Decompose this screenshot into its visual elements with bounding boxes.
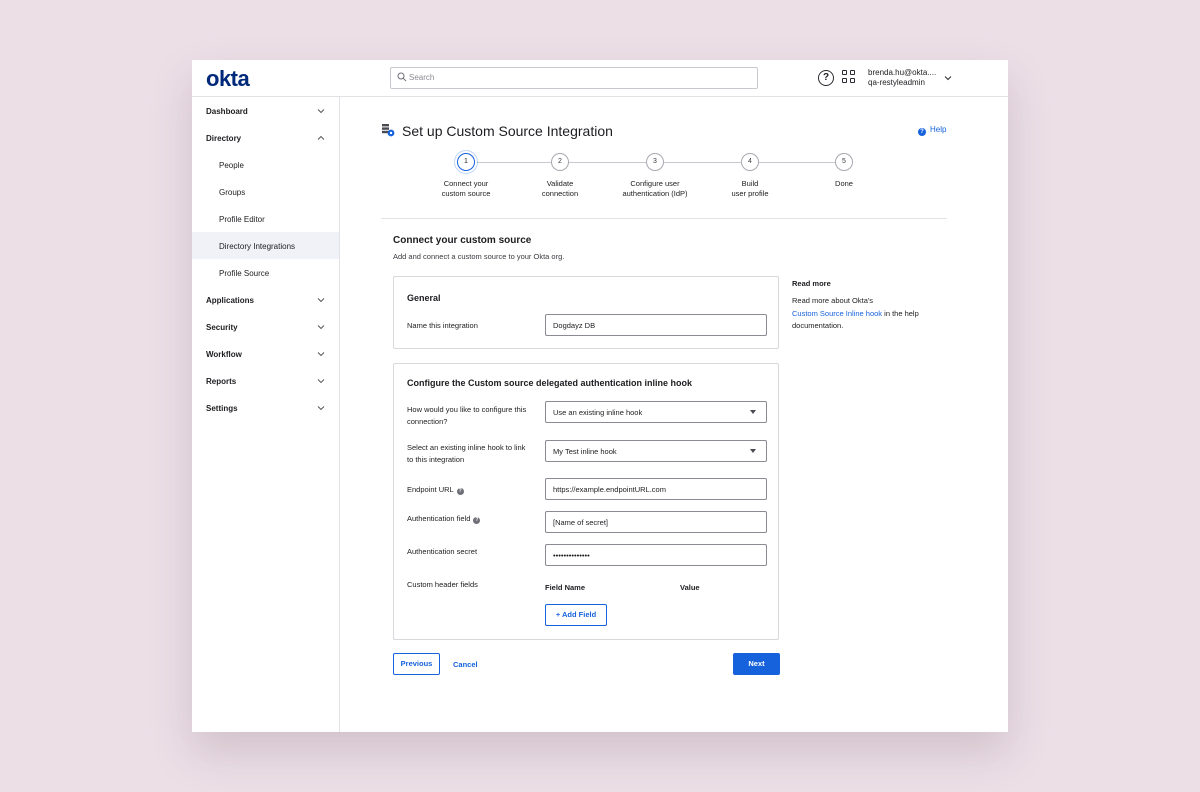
sidebar-item-workflow[interactable]: Workflow: [192, 340, 339, 367]
step-connector: [759, 162, 835, 163]
sidebar-item-applications[interactable]: Applications: [192, 286, 339, 313]
chevron-down-icon: [317, 298, 325, 303]
sidebar-item-dashboard[interactable]: Dashboard: [192, 97, 339, 124]
sidebar-item-label: People: [219, 161, 244, 170]
chevron-up-icon: [317, 135, 325, 140]
integration-icon: [382, 124, 395, 137]
name-label: Name this integration: [407, 321, 478, 330]
divider: [381, 218, 947, 219]
info-icon[interactable]: ?: [473, 517, 481, 524]
help-link[interactable]: ? Help: [918, 125, 946, 136]
step-4-circle: 4: [741, 153, 759, 171]
field-name-header: Field Name: [545, 583, 586, 592]
existing-hook-value: My Test inline hook: [553, 447, 617, 456]
app-window: okta Search ? brenda.hu@okta.... qa-rest…: [192, 60, 1008, 732]
sidebar-item-profile-source[interactable]: Profile Source: [192, 259, 339, 286]
sidebar-item-label: Directory: [206, 134, 242, 143]
chevron-down-icon: [317, 379, 325, 384]
chevron-down-icon[interactable]: [944, 74, 952, 82]
info-icon[interactable]: ?: [456, 488, 464, 495]
user-org: qa-restyleadmin: [868, 78, 925, 87]
general-title: General: [407, 293, 441, 303]
search-icon: [397, 72, 407, 82]
sidebar-item-people[interactable]: People: [192, 151, 339, 178]
sidebar-item-label: Applications: [206, 296, 255, 305]
caret-down-icon: [750, 449, 756, 453]
step-connector: [569, 162, 646, 163]
sidebar-item-label: Directory Integrations: [219, 242, 296, 251]
step-connector: [474, 162, 551, 163]
integration-name-input[interactable]: Dogdayz DB: [545, 314, 767, 336]
read-more-text: Read more about Okta's Custom Source Inl…: [792, 296, 919, 330]
sidebar-item-label: Groups: [219, 188, 246, 197]
okta-logo[interactable]: okta: [206, 66, 250, 92]
existing-hook-label: Select an existing inline hook to link t…: [407, 443, 526, 464]
main-content: Set up Custom Source Integration ? Help 1…: [341, 97, 1008, 732]
chevron-down-icon: [317, 406, 325, 411]
general-card: General Name this integration Dogdayz DB: [393, 276, 779, 349]
auth-field-label: Authentication field?: [407, 514, 481, 524]
help-label: Help: [930, 125, 947, 134]
value-header: Value: [680, 583, 700, 592]
step-3-circle: 3: [646, 153, 664, 171]
cancel-button[interactable]: Cancel: [453, 660, 478, 669]
help-circle-icon[interactable]: ?: [818, 70, 834, 86]
step-2-circle: 2: [551, 153, 569, 171]
sidebar-item-security[interactable]: Security: [192, 313, 339, 340]
section-subtitle: Add and connect a custom source to your …: [393, 252, 565, 261]
configure-label: How would you like to configure this con…: [407, 405, 527, 426]
next-button[interactable]: Next: [733, 653, 780, 675]
configure-select[interactable]: Use an existing inline hook: [545, 401, 767, 423]
previous-button[interactable]: Previous: [393, 653, 440, 675]
custom-header-label: Custom header fields: [407, 580, 478, 589]
step-1-circle: 1: [457, 153, 475, 171]
sidebar-item-label: Profile Source: [219, 269, 270, 278]
step-3-label: Configure user authentication (IdP): [622, 179, 688, 198]
user-email: brenda.hu@okta....: [868, 68, 937, 77]
read-more-title: Read more: [792, 279, 831, 288]
sidebar-item-directory[interactable]: Directory: [192, 124, 339, 151]
sidebar-item-label: Settings: [206, 404, 238, 413]
apps-grid-icon[interactable]: [842, 70, 856, 84]
hook-title: Configure the Custom source delegated au…: [407, 378, 693, 388]
sidebar-item-label: Dashboard: [206, 107, 248, 116]
configure-value: Use an existing inline hook: [553, 408, 643, 417]
existing-hook-select[interactable]: My Test inline hook: [545, 440, 767, 462]
user-menu[interactable]: brenda.hu@okta.... qa-restyleadmin: [868, 68, 936, 88]
sidebar-item-label: Reports: [206, 377, 237, 386]
step-connector: [664, 162, 741, 163]
endpoint-url-input[interactable]: https://example.endpointURL.com: [545, 478, 767, 500]
top-bar: okta Search ? brenda.hu@okta.... qa-rest…: [192, 60, 1008, 97]
sidebar-item-label: Workflow: [206, 350, 242, 359]
setup-stepper: 1 2 3 4 5 Connect your custom source Vali…: [401, 152, 961, 212]
sidebar: Dashboard Directory People Groups Profil…: [192, 97, 340, 732]
chevron-down-icon: [317, 325, 325, 330]
sidebar-item-settings[interactable]: Settings: [192, 394, 339, 421]
auth-secret-label: Authentication secret: [407, 547, 478, 556]
sidebar-item-profile-editor[interactable]: Profile Editor: [192, 205, 339, 232]
step-5-label: Done: [835, 179, 853, 188]
sidebar-item-reports[interactable]: Reports: [192, 367, 339, 394]
search-placeholder: Search: [409, 73, 435, 82]
section-title: Connect your custom source: [393, 235, 532, 246]
custom-source-inline-hook-link[interactable]: Custom Source Inline hook: [792, 309, 882, 318]
step-5-circle: 5: [835, 153, 853, 171]
sidebar-item-label: Security: [206, 323, 238, 332]
sidebar-item-label: Profile Editor: [219, 215, 265, 224]
search-input[interactable]: Search: [390, 67, 758, 89]
help-icon: ?: [918, 128, 926, 136]
caret-down-icon: [750, 410, 756, 414]
auth-secret-input[interactable]: ••••••••••••••: [545, 544, 767, 566]
chevron-down-icon: [317, 109, 325, 114]
endpoint-label: Endpoint URL?: [407, 485, 464, 495]
page-title: Set up Custom Source Integration: [402, 123, 613, 139]
sidebar-item-directory-integrations[interactable]: Directory Integrations: [192, 232, 339, 259]
inline-hook-card: Configure the Custom source delegated au…: [393, 363, 779, 640]
add-field-button[interactable]: + Add Field: [545, 604, 607, 626]
step-2-label: Validate connection: [541, 179, 579, 198]
sidebar-item-groups[interactable]: Groups: [192, 178, 339, 205]
chevron-down-icon: [317, 352, 325, 357]
auth-field-input[interactable]: [Name of secret]: [545, 511, 767, 533]
